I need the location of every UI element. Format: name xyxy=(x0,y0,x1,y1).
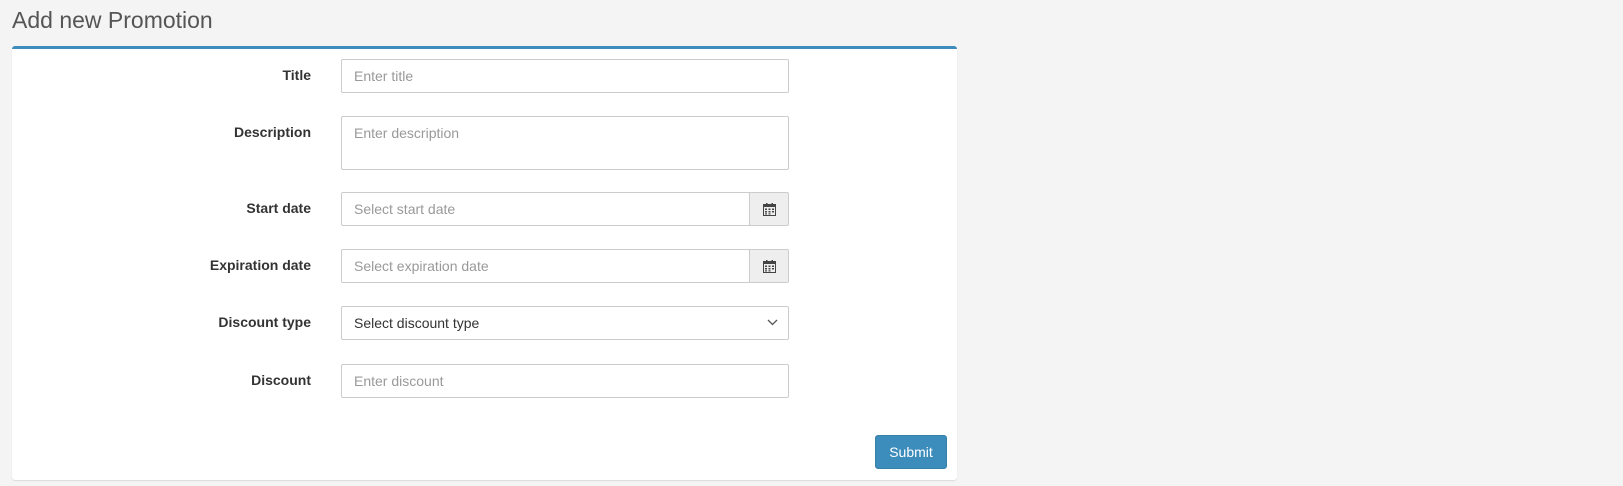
page-title: Add new Promotion xyxy=(12,7,213,33)
chevron-down-icon xyxy=(767,319,778,326)
discount-input[interactable] xyxy=(341,364,789,398)
promotion-form-panel: Title Description Start date Exp xyxy=(12,46,957,480)
start-date-calendar-button[interactable] xyxy=(749,192,789,226)
discount-type-label: Discount type xyxy=(218,314,311,330)
description-label: Description xyxy=(233,124,311,140)
description-textarea[interactable] xyxy=(341,116,789,170)
title-input[interactable] xyxy=(341,59,789,93)
expiration-date-label: Expiration date xyxy=(209,257,311,273)
start-date-input[interactable] xyxy=(341,192,750,226)
expiration-date-calendar-button[interactable] xyxy=(749,249,789,283)
title-label: Title xyxy=(282,67,311,83)
start-date-label: Start date xyxy=(246,200,311,216)
discount-type-selected-value: Select discount type xyxy=(354,315,480,331)
discount-type-select[interactable]: Select discount type xyxy=(341,306,789,340)
calendar-icon xyxy=(762,202,776,216)
calendar-icon xyxy=(762,259,776,273)
discount-label: Discount xyxy=(251,372,311,388)
submit-button[interactable]: Submit xyxy=(875,435,947,469)
expiration-date-input[interactable] xyxy=(341,249,750,283)
